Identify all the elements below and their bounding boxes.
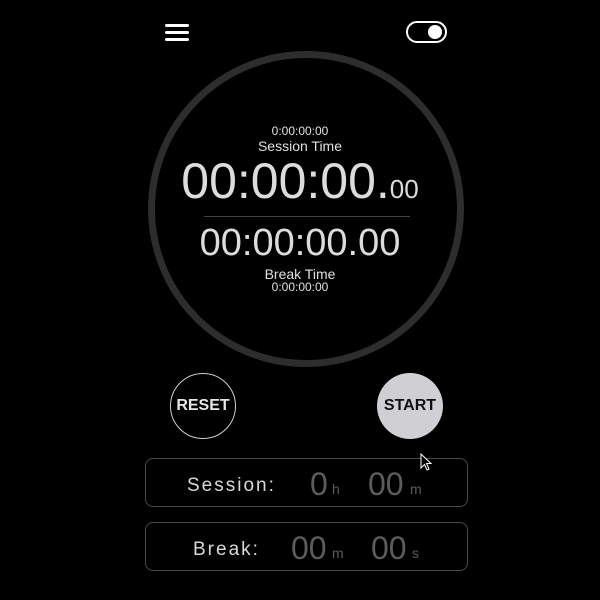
break-seconds-value[interactable]: 00 [371,523,407,572]
toggle-knob [428,25,442,39]
timer-app: 0:00:00:00 Session Time 00:00:00.00 00:0… [0,0,600,600]
break-seconds-unit: s [412,545,419,561]
start-button[interactable]: START [377,373,443,439]
break-duration-input[interactable]: Break: 00 m 00 s [145,522,468,571]
break-total-time: 0:00:00:00 [271,280,329,294]
session-input-label: Session: [187,475,276,496]
session-minutes-value[interactable]: 00 [368,459,404,508]
menu-icon[interactable] [162,20,192,46]
session-hours-unit: h [332,481,340,497]
session-main-fraction: 00 [389,174,419,204]
break-minutes-unit: m [332,545,344,561]
session-main-time: 00:00:00.00 [0,152,600,210]
session-total-time: 0:00:00:00 [271,124,329,138]
break-input-label: Break: [193,539,260,560]
session-hours-value[interactable]: 0 [310,459,328,508]
toggle-switch[interactable] [406,21,447,43]
menu-icon-bar [165,24,189,27]
session-main-digits: 00:00:00. [181,153,390,209]
break-main-time: 00:00:00.00 [199,222,401,264]
menu-icon-bar [165,38,189,41]
dial-divider [204,216,410,217]
mouse-pointer-icon [420,453,432,471]
break-minutes-value[interactable]: 00 [291,523,327,572]
reset-button[interactable]: RESET [170,373,236,439]
menu-icon-bar [165,31,189,34]
